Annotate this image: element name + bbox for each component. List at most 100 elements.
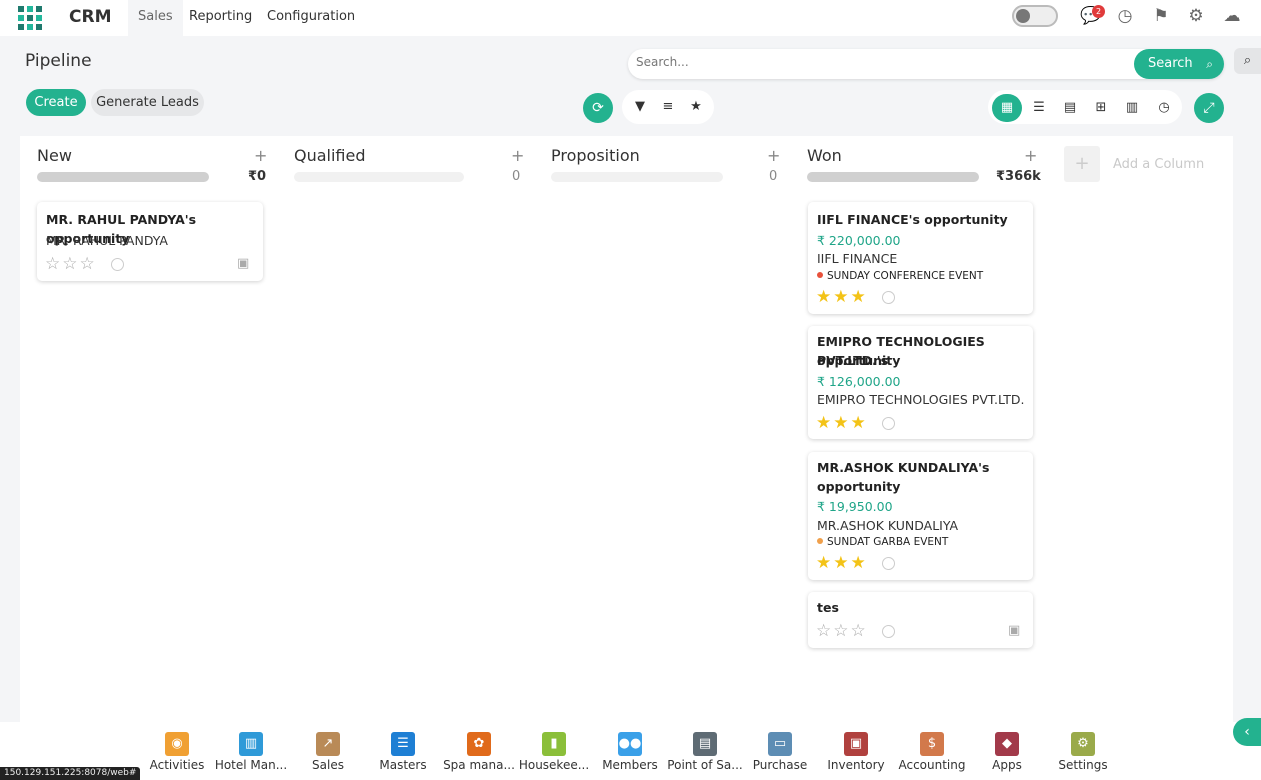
kanban-card[interactable]: MR. RAHUL PANDYA's opportunity MR. RAHUL…: [37, 202, 263, 281]
search-input[interactable]: [636, 55, 1116, 69]
card-tag-label: SUNDAY CONFERENCE EVENT: [827, 270, 984, 282]
dock-app-label: Inventory: [827, 758, 885, 772]
activity-clock-icon[interactable]: [882, 291, 895, 304]
avatar-placeholder-icon[interactable]: ▣: [1008, 623, 1020, 638]
card-amount: ₹ 19,950.00: [817, 499, 893, 514]
apps-icon: ◆: [995, 732, 1019, 756]
dock-app-label: Activities: [149, 758, 205, 772]
kanban-card[interactable]: MR.ASHOK KUNDALIYA's opportunity ₹ 19,95…: [808, 452, 1033, 580]
column-title-qualified[interactable]: Qualified: [294, 146, 366, 165]
activity-clock-icon[interactable]: [882, 625, 895, 638]
avatar-placeholder-icon[interactable]: ▣: [237, 256, 249, 271]
search-options-group: ▼ ≡ ★: [622, 90, 714, 124]
dock-app-hotelman[interactable]: ▥ Hotel Man...: [211, 732, 291, 772]
dock-app-activities[interactable]: ◉ Activities: [137, 732, 217, 772]
column-progress-bar[interactable]: [551, 172, 723, 182]
dock-app-settings[interactable]: ⚙ Settings: [1043, 732, 1123, 772]
theme-toggle[interactable]: [1012, 5, 1058, 27]
activities-icon: ◉: [165, 732, 189, 756]
quick-create-plus-icon[interactable]: +: [254, 146, 267, 165]
kanban-view-icon[interactable]: ▦: [999, 100, 1015, 116]
control-panel: Pipeline Create Generate Leads Search ⌕ …: [0, 36, 1261, 136]
dock-app-label: Apps: [992, 758, 1022, 772]
card-title: tes: [817, 600, 839, 615]
dock-app-purchase[interactable]: ▭ Purchase: [740, 732, 820, 772]
app-switcher-icon[interactable]: [18, 6, 42, 30]
activity-clock-icon[interactable]: ◷: [1115, 6, 1135, 26]
dock-app-label: Sales: [312, 758, 344, 772]
dock-app-apps[interactable]: ◆ Apps: [967, 732, 1047, 772]
column-total-proposition: 0: [769, 169, 778, 184]
app-brand[interactable]: CRM: [69, 7, 111, 27]
dock-app-sales[interactable]: ↗ Sales: [288, 732, 368, 772]
add-column-plus-icon[interactable]: +: [1064, 146, 1100, 182]
accounting-icon: $: [920, 732, 944, 756]
settings-icon: ⚙: [1071, 732, 1095, 756]
priority-stars[interactable]: ★★★: [816, 288, 868, 306]
kanban-card[interactable]: IIFL FINANCE's opportunity ₹ 220,000.00 …: [808, 202, 1033, 314]
kanban-board: New + ₹0 Qualified + 0 Proposition + 0 W…: [20, 136, 1233, 722]
card-customer: MR. RAHUL PANDYA: [46, 233, 168, 248]
pivot-view-icon[interactable]: ⊞: [1093, 100, 1109, 116]
menu-configuration[interactable]: Configuration: [267, 9, 355, 24]
add-column-label[interactable]: Add a Column: [1113, 157, 1204, 172]
generate-leads-button[interactable]: Generate Leads: [91, 89, 204, 116]
dock-app-accounting[interactable]: $ Accounting: [892, 732, 972, 772]
dock-app-label: Hotel Man...: [214, 758, 288, 772]
menu-reporting[interactable]: Reporting: [189, 9, 252, 24]
priority-stars[interactable]: ☆☆☆: [45, 255, 97, 273]
column-progress-bar[interactable]: [807, 172, 979, 182]
members-icon: ●●: [618, 732, 642, 756]
side-search-icon[interactable]: ⌕: [1234, 48, 1261, 74]
favorites-star-icon[interactable]: ★: [687, 98, 705, 116]
column-progress-bar[interactable]: [37, 172, 209, 182]
settings-gear-icon[interactable]: ⚙: [1186, 6, 1206, 26]
search-bar: Search ⌕: [628, 49, 1224, 79]
priority-stars[interactable]: ★★★: [816, 554, 868, 572]
masters-icon: ☰: [391, 732, 415, 756]
filter-icon[interactable]: ▼: [631, 98, 649, 116]
pos-icon: ▤: [693, 732, 717, 756]
activity-clock-icon[interactable]: [882, 417, 895, 430]
activity-view-icon[interactable]: ◷: [1156, 100, 1172, 116]
card-tag[interactable]: SUNDAT GARBA EVENT: [817, 536, 948, 548]
calendar-view-icon[interactable]: ▤: [1062, 100, 1078, 116]
column-title-proposition[interactable]: Proposition: [551, 146, 640, 165]
menu-sales[interactable]: Sales: [128, 0, 183, 36]
graph-view-icon[interactable]: ▥: [1124, 100, 1140, 116]
dock-app-members[interactable]: ●● Members: [590, 732, 670, 772]
fullscreen-icon[interactable]: ⤢: [1194, 93, 1224, 123]
search-button[interactable]: Search ⌕: [1134, 49, 1224, 79]
top-navbar: CRM Sales Reporting Configuration 💬 2 ◷ …: [0, 0, 1261, 36]
user-avatar-icon[interactable]: ☁: [1222, 6, 1242, 26]
quick-create-plus-icon[interactable]: +: [511, 146, 524, 165]
quick-create-plus-icon[interactable]: +: [767, 146, 780, 165]
refresh-icon[interactable]: ⟳: [583, 93, 613, 123]
column-title-won[interactable]: Won: [807, 146, 842, 165]
card-tag[interactable]: SUNDAY CONFERENCE EVENT: [817, 270, 983, 282]
tag-color-dot: [817, 272, 823, 278]
create-button[interactable]: Create: [26, 89, 86, 116]
dock-app-housekee[interactable]: ▮ Housekee...: [514, 732, 594, 772]
kanban-card[interactable]: EMIPRO TECHNOLOGIES PVT.LTD.'s opportuni…: [808, 326, 1033, 439]
group-by-icon[interactable]: ≡: [659, 98, 677, 116]
column-progress-bar[interactable]: [294, 172, 464, 182]
column-title-new[interactable]: New: [37, 146, 72, 165]
activity-clock-icon[interactable]: [882, 557, 895, 570]
kanban-card[interactable]: tes ☆☆☆ ▣: [808, 592, 1033, 648]
dock-app-masters[interactable]: ☰ Masters: [363, 732, 443, 772]
priority-stars[interactable]: ☆☆☆: [816, 622, 868, 640]
priority-stars[interactable]: ★★★: [816, 414, 868, 432]
language-icon[interactable]: ⚑: [1151, 6, 1171, 26]
collapse-chevron-icon[interactable]: ‹: [1233, 718, 1261, 746]
activity-clock-icon[interactable]: [111, 258, 124, 271]
card-title-line2: opportunity: [817, 479, 901, 494]
card-amount: ₹ 126,000.00: [817, 374, 901, 389]
dock-app-inventory[interactable]: ▣ Inventory: [816, 732, 896, 772]
dock-app-pointofsa[interactable]: ▤ Point of Sa...: [665, 732, 745, 772]
column-total-qualified: 0: [512, 169, 521, 184]
list-view-icon[interactable]: ☰: [1031, 100, 1047, 116]
dock-app-spamana[interactable]: ✿ Spa mana...: [439, 732, 519, 772]
quick-create-plus-icon[interactable]: +: [1024, 146, 1037, 165]
housekeeping-icon: ▮: [542, 732, 566, 756]
